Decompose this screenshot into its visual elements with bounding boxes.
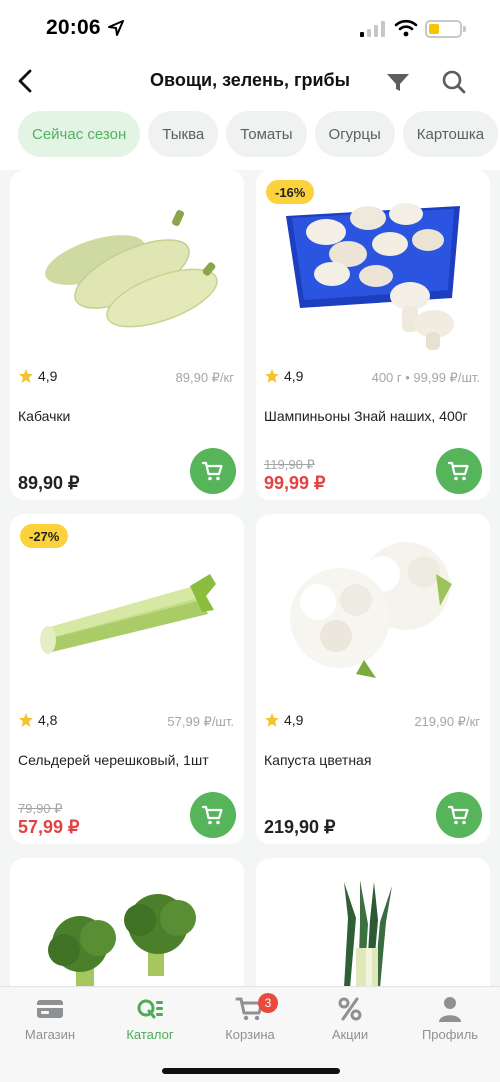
search-icon: [442, 70, 466, 94]
percent-icon: [338, 997, 362, 1021]
broccoli-image: [48, 894, 196, 986]
search-button[interactable]: [440, 68, 468, 96]
page-title: Овощи, зелень, грибы: [150, 70, 350, 90]
tab-label: Магазин: [24, 1027, 76, 1042]
product-card-cauliflower[interactable]: 4,9 219,90 ₽/кг Капуста цветная 219,90 ₽: [256, 514, 490, 844]
header: Овощи, зелень, грибы: [0, 56, 500, 106]
product-grid: 4,9 89,90 ₽/кг Кабачки 89,90 ₽ -16% 4,9 …: [0, 170, 500, 986]
add-to-cart-button[interactable]: [436, 448, 482, 494]
tab-cart[interactable]: Корзина 3: [200, 993, 300, 1047]
chip-cucumbers[interactable]: Огурцы: [314, 111, 395, 157]
cart-icon: [202, 461, 223, 481]
unit-price: 57,99 ₽/шт.: [167, 714, 234, 729]
unit-price: 400 г • 99,99 ₽/шт.: [371, 370, 480, 385]
rating-value: 4,9: [38, 368, 58, 384]
chip-potatoes[interactable]: Картошка: [402, 111, 499, 157]
rating-value: 4,9: [284, 368, 304, 384]
zucchini-image: [45, 210, 218, 328]
profile-icon: [439, 997, 461, 1022]
product-card-broccoli[interactable]: [10, 858, 244, 986]
old-price: 79,90 ₽: [18, 801, 63, 816]
product-card-zucchini[interactable]: 4,9 89,90 ₽/кг Кабачки 89,90 ₽: [10, 170, 244, 500]
category-chips: Сейчас сезон Тыква Томаты Огурцы Картошк…: [18, 111, 499, 159]
battery-icon: [425, 20, 466, 38]
wifi-icon: [394, 19, 418, 37]
status-bar: 20:06: [0, 0, 500, 56]
cellular-signal-icon: [360, 21, 385, 37]
product-price: 99,99 ₽: [264, 473, 326, 493]
star-icon: [19, 369, 33, 383]
rating: 4,9: [264, 368, 303, 384]
discount-badge: -27%: [20, 524, 69, 548]
home-indicator: [162, 1068, 340, 1074]
rating-value: 4,8: [38, 712, 58, 728]
filter-icon: [387, 74, 409, 91]
cart-icon: [448, 805, 469, 825]
product-card-leek[interactable]: [256, 858, 490, 986]
cart-count-badge: 3: [258, 993, 278, 1013]
product-name: Шампиньоны Знай наших, 400г: [264, 408, 468, 424]
tab-catalog[interactable]: Каталог: [100, 993, 200, 1047]
catalog-icon: [137, 999, 163, 1019]
tab-label: Акции: [331, 1027, 369, 1042]
tab-promotions[interactable]: Акции: [300, 993, 400, 1047]
status-time: 20:06: [46, 16, 101, 39]
product-price: 219,90 ₽: [264, 817, 336, 837]
star-icon: [19, 713, 33, 727]
unit-price: 89,90 ₽/кг: [175, 370, 234, 385]
add-to-cart-button[interactable]: [190, 448, 236, 494]
product-card-mushrooms[interactable]: -16% 4,9 400 г • 99,99 ₽/шт. Шампиньоны …: [256, 170, 490, 500]
filter-button[interactable]: [384, 68, 412, 96]
product-name: Кабачки: [18, 408, 71, 424]
tab-label: Корзина: [225, 1027, 275, 1042]
chip-tomatoes[interactable]: Томаты: [226, 111, 307, 157]
add-to-cart-button[interactable]: [436, 792, 482, 838]
unit-price: 219,90 ₽/кг: [414, 714, 480, 729]
tab-profile[interactable]: Профиль: [400, 993, 500, 1047]
chip-season[interactable]: Сейчас сезон: [18, 111, 141, 157]
location-arrow-icon: [108, 20, 124, 36]
product-price: 57,99 ₽: [18, 817, 80, 837]
leek-image: [344, 880, 392, 986]
tab-label: Каталог: [126, 1027, 174, 1042]
chip-pumpkin[interactable]: Тыква: [148, 111, 219, 157]
tab-shop[interactable]: Магазин: [0, 993, 100, 1047]
rating-value: 4,9: [284, 712, 304, 728]
product-name: Сельдерей черешковый, 1шт: [18, 752, 209, 768]
cart-icon: [448, 461, 469, 481]
add-to-cart-button[interactable]: [190, 792, 236, 838]
card-icon: [37, 1000, 63, 1018]
rating: 4,8: [18, 712, 57, 728]
product-name: Капуста цветная: [264, 752, 372, 768]
rating: 4,9: [18, 368, 57, 384]
cauliflower-image: [290, 542, 452, 678]
product-card-celery[interactable]: -27% 4,8 57,99 ₽/шт. Сельдерей черешковы…: [10, 514, 244, 844]
product-price: 89,90 ₽: [18, 473, 80, 493]
star-icon: [265, 713, 279, 727]
star-icon: [265, 369, 279, 383]
discount-badge: -16%: [266, 180, 315, 204]
tab-label: Профиль: [421, 1027, 479, 1042]
rating: 4,9: [264, 712, 303, 728]
cart-icon: [202, 805, 223, 825]
old-price: 119,90 ₽: [264, 457, 315, 472]
